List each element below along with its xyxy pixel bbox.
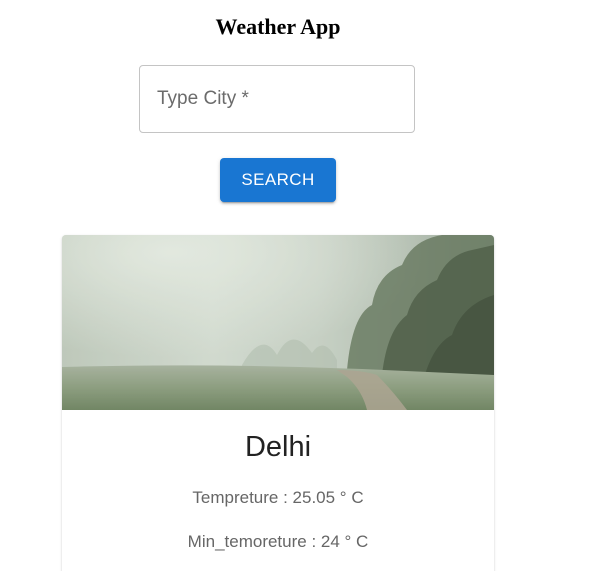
city-name: Delhi (244, 431, 312, 463)
weather-card: Delhi Tempreture : 25.05 ° C Min_temoret… (62, 235, 494, 571)
search-button[interactable]: SEARCH (220, 158, 336, 202)
min-temperature-text: Min_temoreture : 24 ° C (187, 532, 369, 551)
temperature-text: Tempreture : 25.05 ° C (192, 488, 364, 507)
weather-image (62, 235, 494, 410)
app-title: Weather App (215, 14, 341, 39)
city-input[interactable] (140, 66, 414, 132)
city-search-field[interactable] (139, 65, 415, 133)
